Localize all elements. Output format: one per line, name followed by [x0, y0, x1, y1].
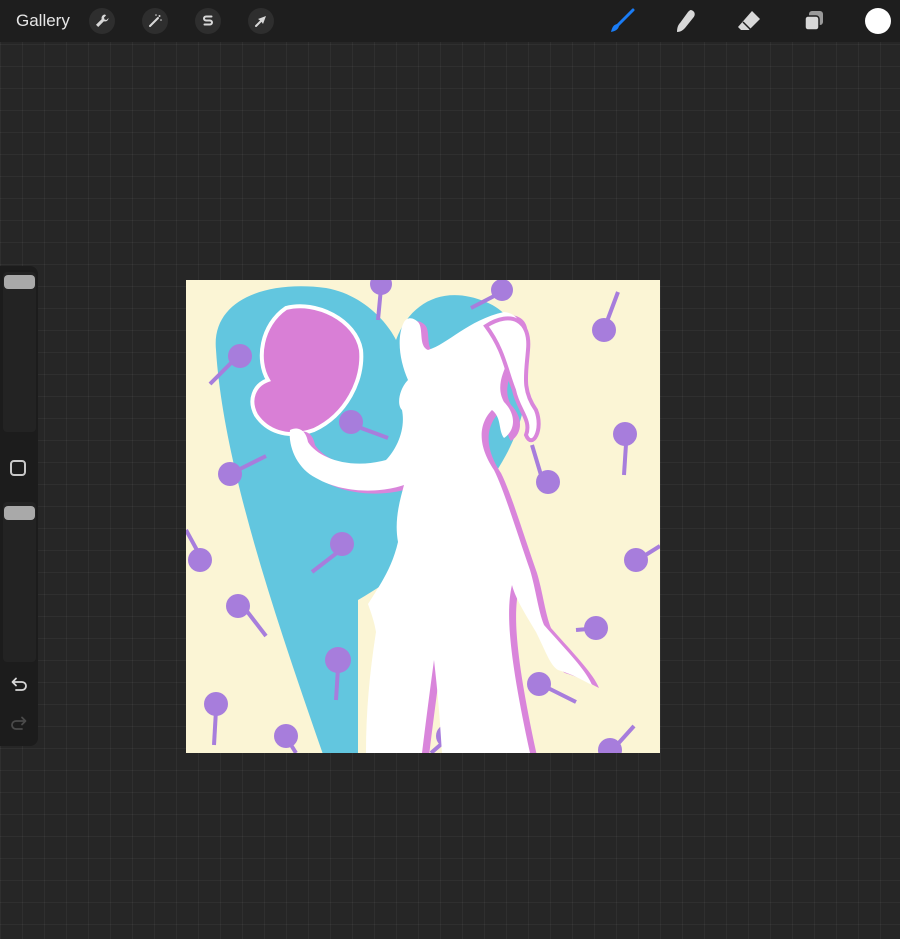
layers-icon	[804, 11, 823, 31]
undo-icon[interactable]	[9, 674, 29, 694]
top-toolbar: Gallery	[0, 0, 900, 42]
artwork-canvas[interactable]	[186, 280, 660, 753]
gallery-button[interactable]: Gallery	[16, 10, 70, 32]
eraser-tool-button[interactable]	[733, 5, 765, 37]
opacity-slider-handle[interactable]	[4, 506, 35, 520]
arrow-cursor-icon	[255, 16, 266, 27]
brush-size-slider[interactable]	[3, 272, 36, 432]
brush-size-slider-handle[interactable]	[4, 275, 35, 289]
brush-icon	[611, 8, 635, 32]
square-modify-icon[interactable]	[10, 460, 26, 476]
smudge-tool-button[interactable]	[669, 5, 701, 37]
redo-icon[interactable]	[9, 713, 29, 733]
eraser-icon	[738, 11, 760, 31]
opacity-slider[interactable]	[3, 502, 36, 662]
selection-button[interactable]	[195, 8, 221, 34]
artwork-illustration	[186, 280, 660, 753]
color-swatch-button[interactable]	[865, 8, 891, 34]
adjustments-button[interactable]	[142, 8, 168, 34]
brush-tool-button[interactable]	[606, 5, 638, 37]
magic-wand-icon	[149, 14, 162, 27]
transform-button[interactable]	[248, 8, 274, 34]
procreate-workspace: Gallery	[0, 0, 900, 939]
left-sidebar	[0, 266, 38, 746]
actions-button[interactable]	[89, 8, 115, 34]
wrench-icon	[96, 14, 109, 27]
layers-button[interactable]	[798, 5, 830, 37]
selection-s-icon	[203, 15, 213, 26]
smudge-icon	[677, 10, 695, 32]
